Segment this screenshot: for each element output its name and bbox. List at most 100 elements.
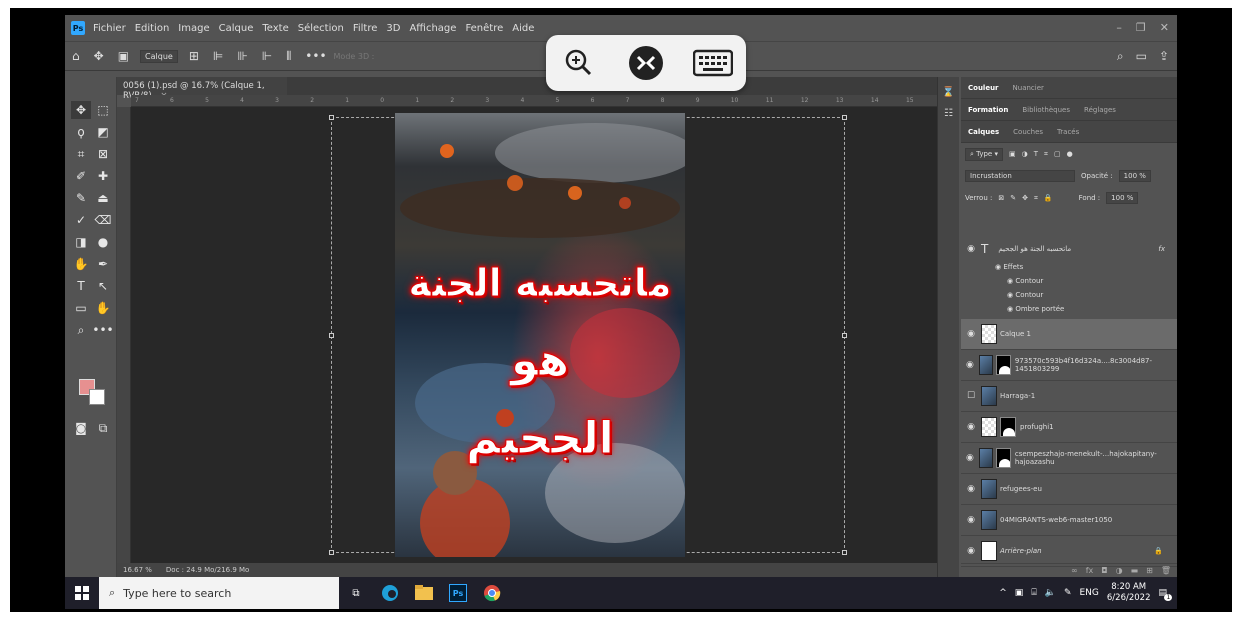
group-icon[interactable]: ▬ [1131,566,1139,575]
eyedropper-icon[interactable]: ✐ [71,167,91,185]
filter-pixel-icon[interactable]: ▣ [1009,150,1016,158]
layer-select-dropdown[interactable]: Calque [140,49,178,63]
lock-artboard-icon[interactable]: ⌗ [1034,194,1038,203]
dodge-icon[interactable]: ✋ [71,255,91,273]
layer-mask-thumbnail[interactable] [1000,417,1016,437]
lock-paint-icon[interactable]: ✎ [1010,194,1016,202]
tab-traces[interactable]: Tracés [1050,128,1086,136]
gradient-icon[interactable]: ◨ [71,233,91,251]
menu-selection[interactable]: Sélection [298,23,344,34]
move-tool-icon[interactable]: ✥ [94,49,104,63]
layer-row[interactable]: ◉ profughi1 [961,412,1177,443]
more-options-icon[interactable]: ••• [305,49,326,63]
filter-type-icon[interactable]: T [1034,150,1038,158]
rectangle-icon[interactable]: ▭ [71,299,91,317]
menu-fenetre[interactable]: Fenêtre [465,23,503,34]
file-explorer-icon[interactable] [407,577,441,609]
menu-image[interactable]: Image [178,23,209,34]
tab-nuancier[interactable]: Nuancier [1006,84,1051,92]
crop-icon[interactable]: ⌗ [71,145,91,163]
home-icon[interactable]: ⌂ [72,49,80,63]
background-color-swatch[interactable] [89,389,105,405]
visibility-eye-icon[interactable]: ◉ [961,422,981,432]
history-brush-icon[interactable]: ✓ [71,211,91,229]
lasso-icon[interactable]: ϙ [71,123,91,141]
path-select-icon[interactable]: ↖ [93,277,113,295]
align-right-icon[interactable]: ⊩ [262,49,272,63]
search-icon[interactable]: ⌕ [1117,49,1124,64]
transform-handle[interactable] [842,550,847,555]
object-select-icon[interactable]: ◩ [93,123,113,141]
tray-app-icon[interactable]: ▣ [1015,588,1024,598]
clock[interactable]: 8:20 AM 6/26/2022 [1107,582,1151,604]
move-icon[interactable]: ✥ [71,101,91,119]
chrome-icon[interactable] [475,577,509,609]
visibility-eye-icon[interactable]: ◉ [961,329,981,339]
opacity-field[interactable]: 100 % [1118,170,1151,182]
fx-icon[interactable]: fx [1158,245,1165,253]
menu-3d[interactable]: 3D [386,23,400,34]
layer-filter-dropdown[interactable]: ⌕ Type ▾ [965,147,1003,161]
visibility-eye-icon[interactable]: ◉ [961,244,981,254]
align-left-icon[interactable]: ⊫ [213,49,223,63]
layer-row[interactable]: ☐ Harraga-1 [961,381,1177,412]
start-button[interactable] [65,586,99,600]
remote-desktop-button[interactable] [624,43,668,83]
healing-icon[interactable]: ✚ [93,167,113,185]
brush-icon[interactable]: ✎ [71,189,91,207]
taskbar-search-box[interactable]: ⌕ Type here to search [99,577,339,609]
add-mask-icon[interactable]: ◘ [1101,566,1107,575]
tab-couches[interactable]: Couches [1006,128,1050,136]
minimize-icon[interactable]: – [1116,21,1122,34]
transform-controls-icon[interactable]: ⊞ [189,49,199,63]
visibility-eye-icon[interactable]: ◉ [961,360,979,370]
document-tab[interactable]: 0056 (1).psd @ 16.7% (Calque 1, RVB/8) × [117,77,287,101]
stamp-icon[interactable]: ⏏ [93,189,113,207]
distribute-icon[interactable]: ⫴ [286,49,291,64]
trash-icon[interactable]: 🗑 [1161,566,1171,575]
zoom-in-button[interactable] [557,43,601,83]
properties-icon[interactable]: ☷ [938,108,959,119]
task-view-icon[interactable]: ⧉ [339,577,373,609]
frame-icon[interactable]: ⊠ [93,145,113,163]
zoom-level[interactable]: 16.67 % [123,566,152,574]
adjustment-icon[interactable]: ◑ [1116,566,1123,575]
lock-position-icon[interactable]: ✥ [1022,194,1028,202]
tab-reglages[interactable]: Réglages [1077,106,1123,114]
visibility-eye-icon[interactable]: ◉ [961,484,981,494]
menu-texte[interactable]: Texte [262,23,288,34]
menu-calque[interactable]: Calque [219,23,254,34]
layer-row-text[interactable]: ◉ T ماتحسبه الجنة هو الجحيم fx [961,233,1177,264]
blur-icon[interactable]: ● [93,233,113,251]
transform-handle[interactable] [329,115,334,120]
pen-workspace-icon[interactable]: ✎ [1064,588,1072,598]
effect-item[interactable]: ◉ Ombre portée [1007,305,1064,313]
tab-bibliotheques[interactable]: Bibliothèques [1015,106,1077,114]
type-icon[interactable]: T [71,277,91,295]
tab-formation[interactable]: Formation [961,106,1015,114]
new-layer-icon[interactable]: ⊞ [1146,566,1153,575]
photoshop-taskbar-icon[interactable]: Ps [441,577,475,609]
visibility-off-box[interactable]: ☐ [961,391,981,401]
share-icon[interactable]: ⇪ [1159,49,1169,64]
menu-aide[interactable]: Aide [512,23,534,34]
effect-item[interactable]: ◉ Contour [1007,277,1043,285]
transform-handle[interactable] [842,333,847,338]
marquee-icon[interactable]: ⬚ [93,101,113,119]
link-icon[interactable]: ∞ [1071,566,1078,575]
fill-field[interactable]: 100 % [1106,192,1139,204]
transform-handle[interactable] [329,550,334,555]
blend-mode-dropdown[interactable]: Incrustation [965,170,1075,182]
tab-couleur[interactable]: Couleur [961,84,1006,92]
tab-calques[interactable]: Calques [961,128,1006,136]
layer-mask-thumbnail[interactable] [996,448,1011,468]
filter-toggle-icon[interactable]: ● [1067,150,1073,158]
filter-smart-icon[interactable]: ▢ [1054,150,1061,158]
layer-row[interactable]: ◉ Calque 1 [961,319,1177,350]
filter-adjust-icon[interactable]: ◑ [1022,150,1028,158]
align-center-icon[interactable]: ⊪ [237,49,247,63]
network-icon[interactable]: ⌸ [1031,588,1036,598]
language-indicator[interactable]: ENG [1079,588,1098,598]
filter-shape-icon[interactable]: ⌗ [1044,150,1048,159]
restore-icon[interactable]: ❐ [1136,21,1146,34]
